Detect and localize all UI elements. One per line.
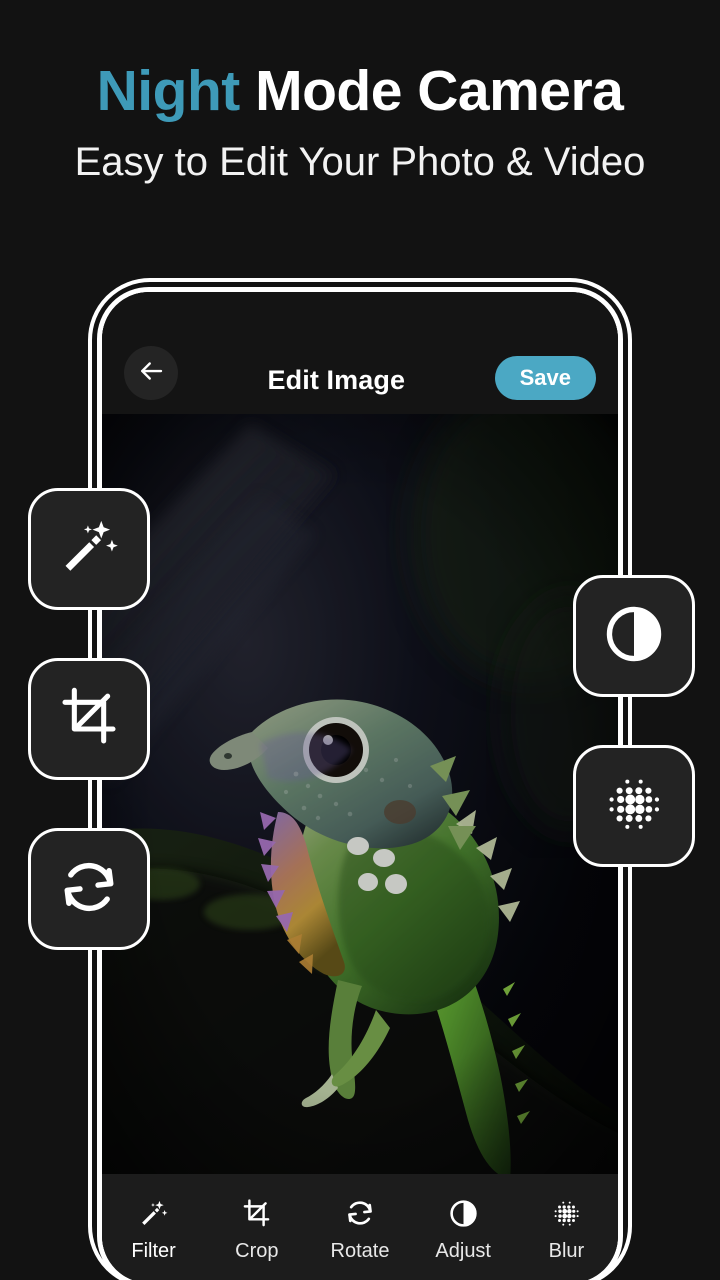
toolbar-item-rotate[interactable]: Rotate: [308, 1196, 411, 1280]
crop-icon: [241, 1196, 272, 1230]
magic-wand-icon: [57, 515, 121, 584]
phone-screen: Edit Image Save Filter Crop Rotate Adjus…: [102, 292, 618, 1280]
blur-dots-icon: [602, 772, 666, 841]
toolbar-item-filter[interactable]: Filter: [102, 1196, 205, 1280]
app-bar: Edit Image Save: [102, 292, 618, 414]
photo-canvas[interactable]: [102, 414, 618, 1174]
back-button[interactable]: [124, 346, 178, 400]
toolbar-item-adjust[interactable]: Adjust: [412, 1196, 515, 1280]
rotate-icon: [56, 854, 122, 925]
arrow-left-icon: [136, 356, 166, 391]
callout-rotate-button[interactable]: [28, 828, 150, 950]
callout-blur-button[interactable]: [573, 745, 695, 867]
app-bar-title: Edit Image: [267, 365, 406, 395]
phone-mockup: Edit Image Save Filter Crop Rotate Adjus…: [88, 278, 632, 1280]
toolbar-label-blur: Blur: [548, 1240, 585, 1262]
headline-block: Night Mode Camera Easy to Edit Your Phot…: [0, 59, 720, 184]
contrast-icon: [448, 1196, 479, 1230]
headline-rest: Mode Camera: [239, 59, 624, 123]
phone-inner-frame: Edit Image Save Filter Crop Rotate Adjus…: [97, 287, 623, 1280]
callout-crop-button[interactable]: [28, 658, 150, 780]
promo-banner: Night Mode Camera Easy to Edit Your Phot…: [0, 0, 720, 1280]
contrast-icon: [602, 602, 666, 671]
page-subtitle: Easy to Edit Your Photo & Video: [74, 139, 646, 184]
toolbar-label-filter: Filter: [131, 1240, 176, 1262]
rotate-icon: [344, 1196, 376, 1230]
headline-accent-word: Night: [96, 59, 241, 123]
magic-wand-icon: [138, 1196, 169, 1230]
blur-dots-icon: [551, 1196, 582, 1230]
lizard-photo: [102, 414, 618, 1174]
callout-filter-button[interactable]: [28, 488, 150, 610]
toolbar-label-rotate: Rotate: [330, 1240, 390, 1262]
save-button[interactable]: Save: [494, 356, 596, 400]
bottom-toolbar: Filter Crop Rotate Adjust Blur: [102, 1174, 618, 1280]
toolbar-label-crop: Crop: [235, 1240, 279, 1262]
toolbar-item-crop[interactable]: Crop: [205, 1196, 308, 1280]
toolbar-item-blur[interactable]: Blur: [515, 1196, 618, 1280]
crop-icon: [57, 685, 121, 754]
page-title: Night Mode Camera: [0, 59, 720, 123]
toolbar-label-adjust: Adjust: [435, 1240, 491, 1262]
callout-adjust-button[interactable]: [573, 575, 695, 697]
